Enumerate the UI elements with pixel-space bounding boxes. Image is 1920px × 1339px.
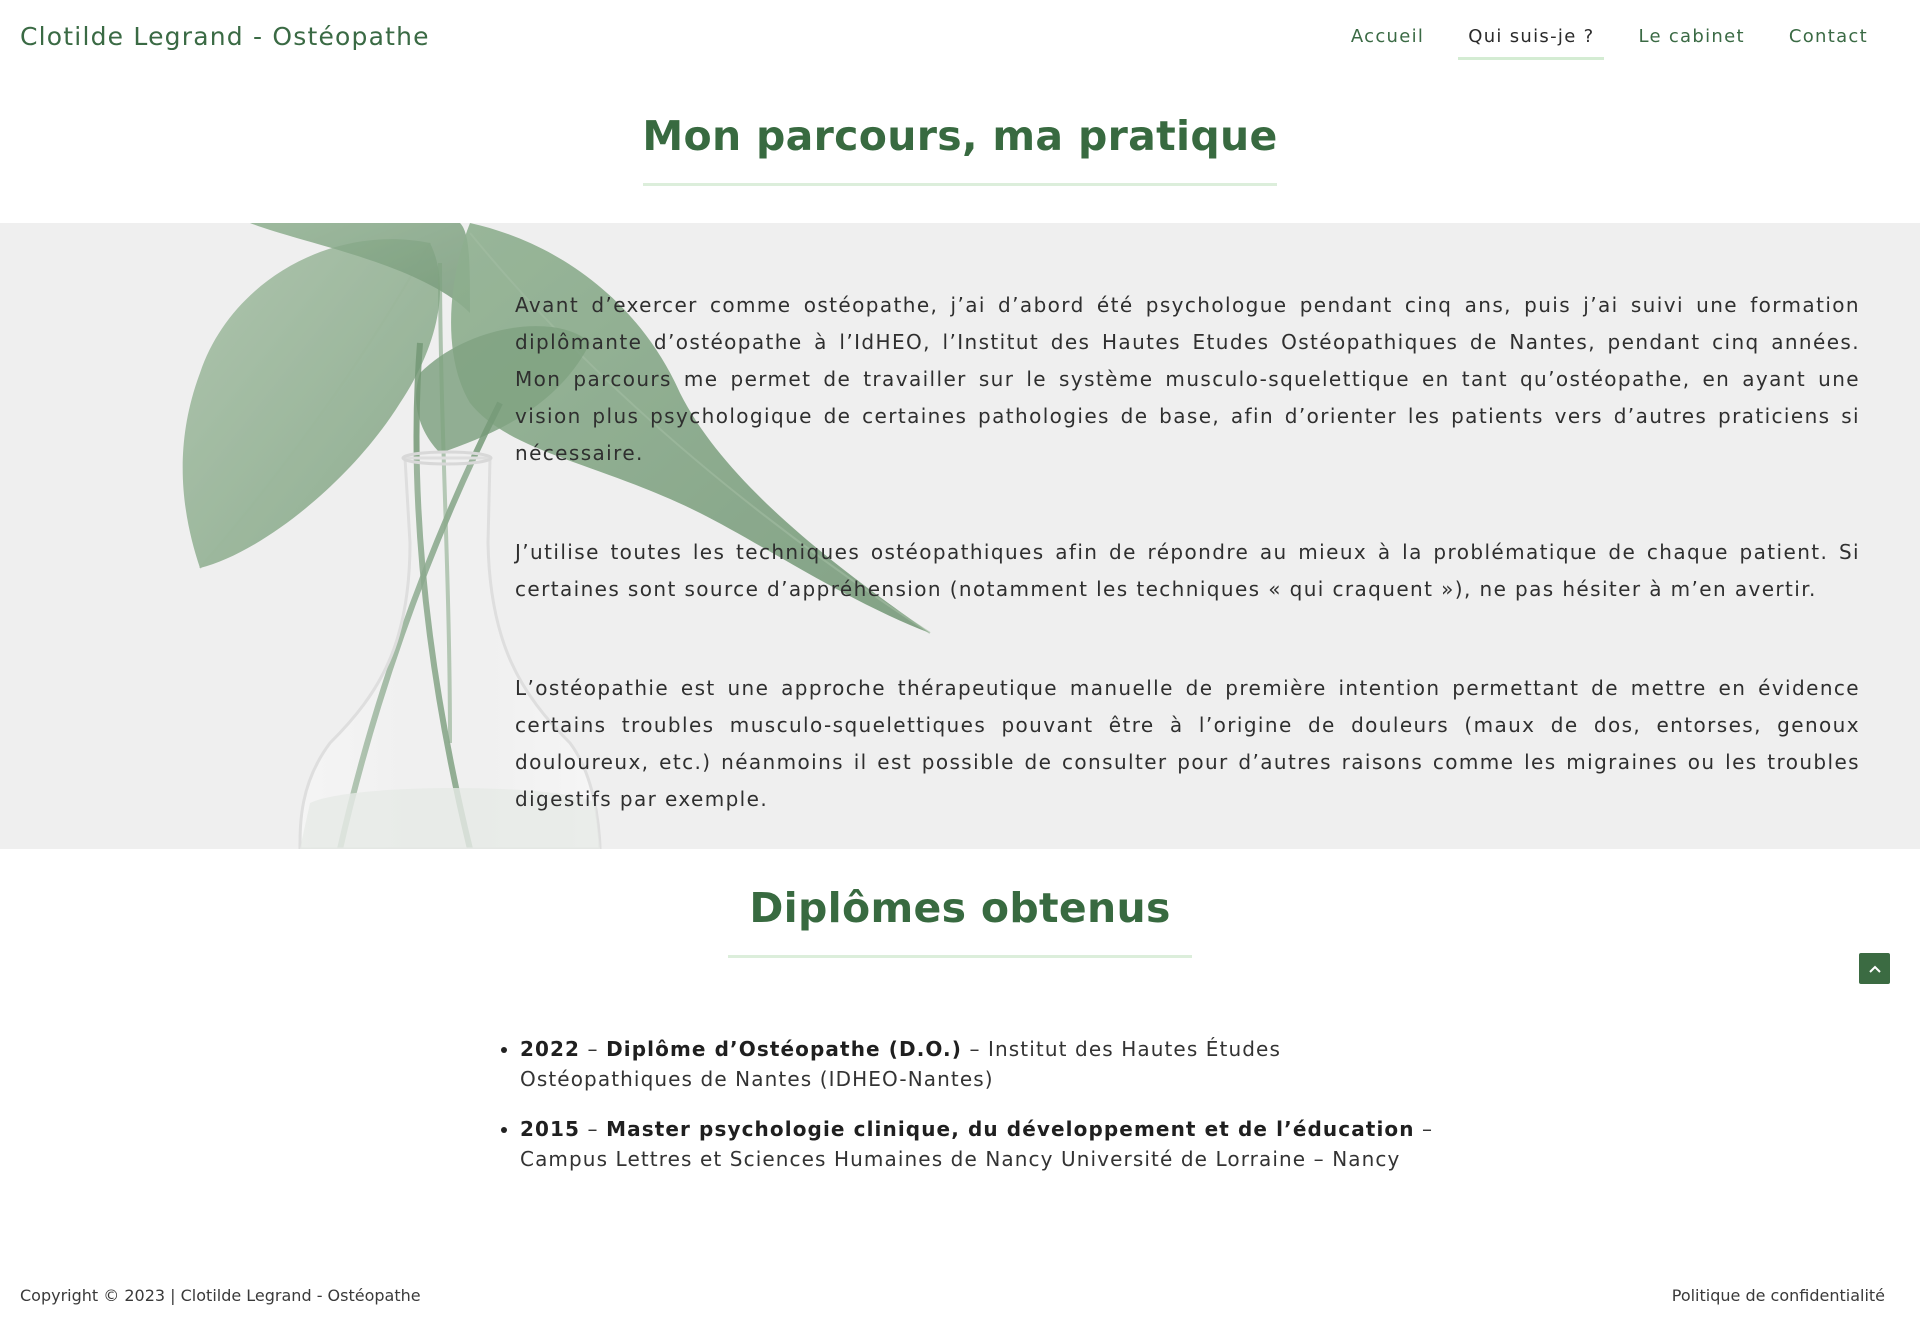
- site-footer: Copyright © 2023 | Clotilde Legrand - Os…: [0, 1280, 1920, 1320]
- list-item: 2022 – Diplôme d’Ostéopathe (D.O.) – Ins…: [501, 1034, 1460, 1094]
- diplomes-title: Diplômes obtenus: [749, 884, 1171, 932]
- parcours-title: Mon parcours, ma pratique: [642, 112, 1278, 160]
- diplomes-title-underline: [728, 955, 1192, 958]
- nav-item-qui-suis-je[interactable]: Qui suis-je ?: [1446, 26, 1616, 60]
- diploma-name: Master psychologie clinique, du développ…: [606, 1117, 1415, 1141]
- parcours-paragraph-1: Avant d’exercer comme ostéopathe, j’ai d…: [515, 293, 1860, 465]
- list-item: 2015 – Master psychologie clinique, du d…: [501, 1114, 1460, 1174]
- nav-item-contact[interactable]: Contact: [1767, 26, 1890, 58]
- diploma-separator: –: [580, 1117, 607, 1141]
- parcours-text: Avant d’exercer comme ostéopathe, j’ai d…: [515, 287, 1860, 849]
- diploma-separator: –: [962, 1037, 989, 1061]
- main-nav: Accueil Qui suis-je ? Le cabinet Contact: [1329, 26, 1890, 60]
- parcours-paragraph-3: L’ostéopathie est une approche thérapeut…: [515, 676, 1860, 811]
- diplomas-list: 2022 – Diplôme d’Ostéopathe (D.O.) – Ins…: [501, 1034, 1460, 1194]
- diploma-separator: –: [1414, 1117, 1434, 1141]
- site-header: Clotilde Legrand - Ostéopathe Accueil Qu…: [0, 0, 1920, 80]
- chevron-up-icon: [1868, 965, 1881, 973]
- nav-item-le-cabinet[interactable]: Le cabinet: [1616, 26, 1766, 58]
- diploma-name: Diplôme d’Ostéopathe (D.O.): [606, 1037, 962, 1061]
- scroll-to-top-button[interactable]: [1859, 953, 1890, 984]
- copyright-text: Copyright © 2023 | Clotilde Legrand - Os…: [20, 1286, 421, 1305]
- diploma-school: Campus Lettres et Sciences Humaines de N…: [520, 1147, 1401, 1171]
- diploma-year: 2022: [520, 1037, 581, 1061]
- parcours-paragraph-2: J’utilise toutes les techniques ostéopat…: [515, 540, 1860, 601]
- parcours-title-underline: [643, 183, 1277, 186]
- diploma-separator: –: [580, 1037, 607, 1061]
- nav-item-accueil[interactable]: Accueil: [1329, 26, 1446, 58]
- site-title-link[interactable]: Clotilde Legrand - Ostéopathe: [20, 22, 430, 51]
- privacy-policy-link[interactable]: Politique de confidentialité: [1672, 1286, 1885, 1305]
- diploma-year: 2015: [520, 1117, 581, 1141]
- parcours-band: Avant d’exercer comme ostéopathe, j’ai d…: [0, 223, 1920, 849]
